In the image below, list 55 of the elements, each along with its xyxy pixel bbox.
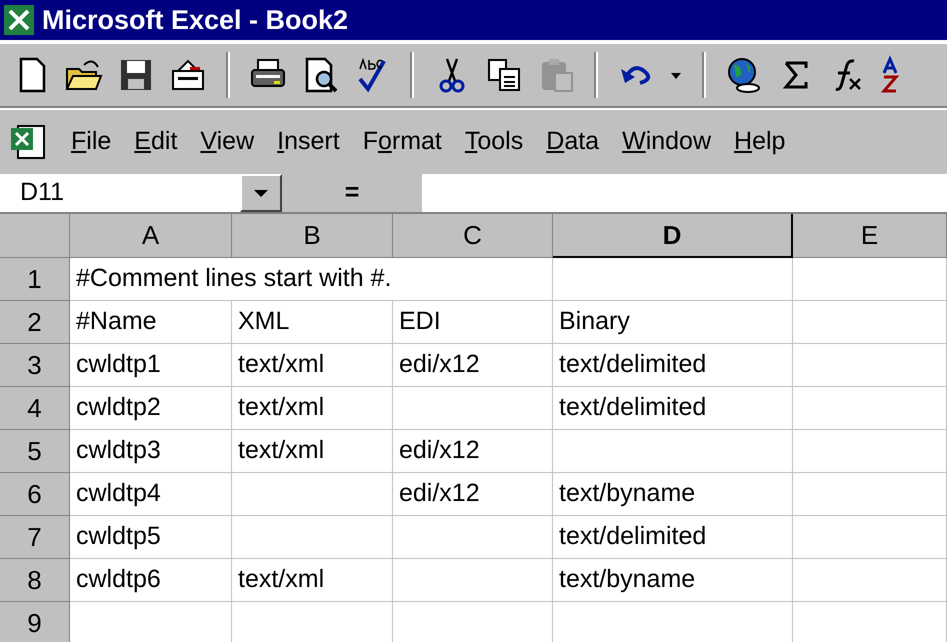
formula-field[interactable]: [422, 174, 947, 212]
table-cell: text/delimited: [553, 344, 793, 387]
table-cell: XML: [232, 301, 393, 344]
row-header[interactable]: 1: [0, 258, 70, 301]
table-cell: cwldtp6: [70, 559, 232, 602]
equals-sign: =: [344, 177, 360, 208]
table-cell: Binary: [553, 301, 793, 344]
table-cell: text/xml: [232, 344, 393, 387]
menu-item[interactable]: Window: [622, 123, 712, 161]
table-cell: text/delimited: [553, 387, 793, 430]
table-cell: cwldtp1: [70, 344, 232, 387]
row-header[interactable]: 5: [0, 430, 70, 473]
workbook-icon[interactable]: [8, 122, 48, 162]
table-cell: #Name: [70, 301, 232, 344]
menu-item[interactable]: File: [71, 123, 112, 161]
table-cell: cwldtp5: [70, 516, 232, 559]
window-title: Microsoft Excel - Book2: [42, 4, 348, 37]
row-header[interactable]: 7: [0, 516, 70, 559]
row-header[interactable]: 9: [0, 602, 70, 642]
column-header[interactable]: A: [70, 214, 232, 258]
menu-item[interactable]: View: [200, 123, 254, 161]
table-cell: edi/x12: [393, 473, 553, 516]
table-cell: text/xml: [232, 559, 393, 602]
menu-item[interactable]: Insert: [277, 123, 340, 161]
menu-item[interactable]: Data: [546, 123, 600, 161]
table-cell: edi/x12: [393, 344, 553, 387]
menu-item[interactable]: Help: [734, 123, 786, 161]
table-cell: cwldtp2: [70, 387, 232, 430]
row-header[interactable]: 2: [0, 301, 70, 344]
table-cell: edi/x12: [393, 430, 553, 473]
table-cell: text/xml: [232, 387, 393, 430]
row-header[interactable]: 3: [0, 344, 70, 387]
table-cell: cwldtp3: [70, 430, 232, 473]
table-cell: text/byname: [553, 473, 793, 516]
table-cell: text/byname: [553, 559, 793, 602]
column-header[interactable]: E: [793, 214, 947, 258]
caret-icon: [254, 188, 268, 198]
column-header[interactable]: D: [553, 214, 793, 258]
row-header[interactable]: 6: [0, 473, 70, 516]
column-header[interactable]: C: [393, 214, 553, 258]
dropdown-button[interactable]: [240, 174, 282, 212]
sort-icon[interactable]: [880, 55, 900, 95]
row-header[interactable]: 4: [0, 387, 70, 430]
table-cell: cwldtp4: [70, 473, 232, 516]
table-cell-text: #Comment lines start with #.: [76, 263, 392, 294]
spreadsheet-icon: [4, 5, 34, 35]
row-header[interactable]: 8: [0, 559, 70, 602]
menu-item[interactable]: Format: [362, 123, 442, 161]
column-header[interactable]: B: [232, 214, 393, 258]
table-cell: text/xml: [232, 430, 393, 473]
table-cell: EDI: [393, 301, 553, 344]
menu-item[interactable]: Tools: [464, 123, 524, 161]
name-box[interactable]: D11: [0, 174, 240, 212]
menu-item[interactable]: Edit: [134, 123, 178, 161]
table-cell: text/delimited: [553, 516, 793, 559]
